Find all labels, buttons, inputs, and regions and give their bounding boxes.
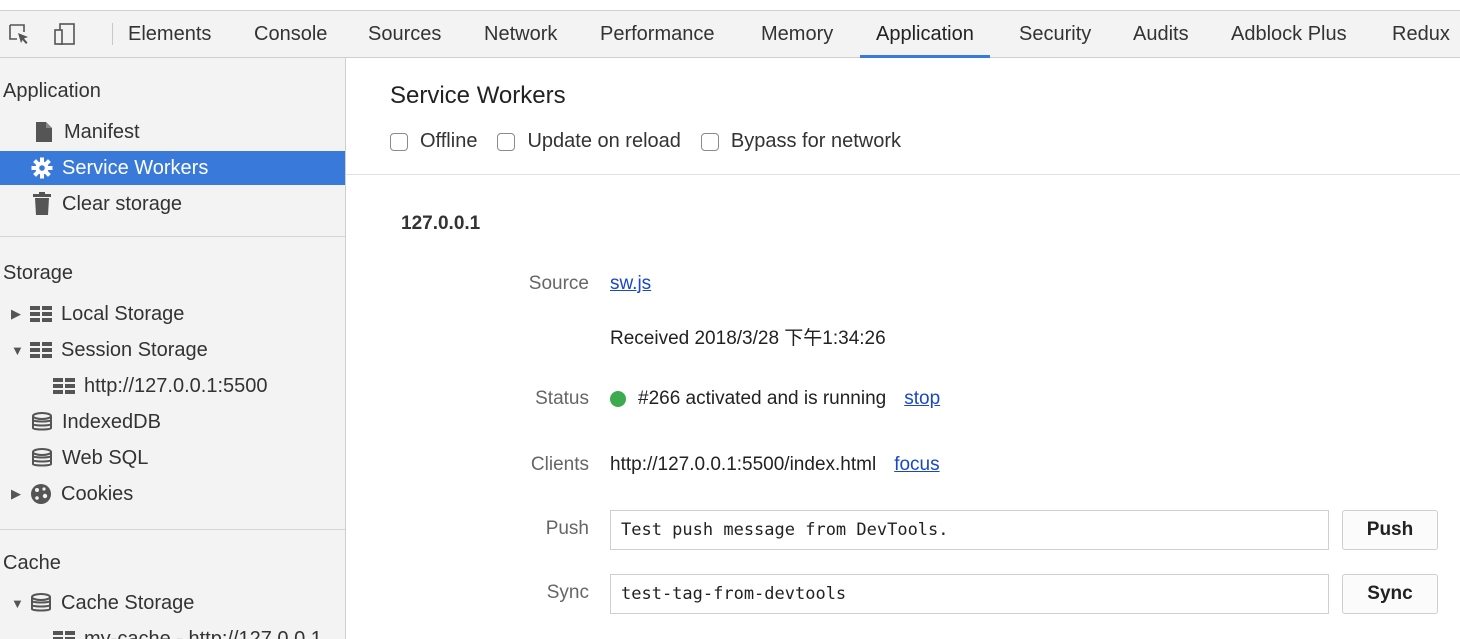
update-on-reload-checkbox[interactable] — [497, 132, 516, 151]
clients-label: Clients — [530, 454, 589, 475]
sidebar-item-service-workers[interactable]: Service Workers — [0, 151, 345, 185]
expand-arrow-icon[interactable]: ▶ — [11, 306, 25, 322]
offline-label[interactable]: Offline — [420, 130, 477, 153]
tab-sources[interactable]: Sources — [368, 11, 441, 57]
service-workers-panel: Service Workers Offline Update on reload… — [346, 58, 1460, 639]
sidebar-item-indexeddb[interactable]: IndexedDB — [0, 405, 345, 439]
inspect-element-icon[interactable] — [4, 11, 34, 57]
tab-network[interactable]: Network — [484, 11, 557, 57]
worker-origin: 127.0.0.1 — [401, 213, 481, 234]
sidebar-item-clear-storage[interactable]: Clear storage — [0, 187, 345, 221]
source-value: sw.js — [610, 273, 651, 295]
status-label: Status — [535, 388, 589, 409]
client-url: http://127.0.0.1:5500/index.html — [610, 454, 877, 475]
sidebar-item-label: Cookies — [61, 482, 134, 505]
tab-adblock-plus[interactable]: Adblock Plus — [1231, 11, 1347, 57]
sidebar-item-label: Service Workers — [62, 156, 209, 179]
collapse-arrow-icon[interactable]: ▼ — [11, 343, 25, 358]
tab-memory[interactable]: Memory — [761, 11, 833, 57]
push-label: Push — [545, 518, 589, 539]
grid-icon — [29, 302, 53, 326]
update-on-reload-label[interactable]: Update on reload — [527, 130, 680, 153]
sidebar-section-application: Application — [3, 80, 101, 102]
grid-icon — [52, 374, 76, 398]
bypass-for-network-checkbox[interactable] — [700, 132, 719, 151]
sidebar-item-cache-storage[interactable]: ▼ Cache Storage — [0, 586, 345, 620]
database-icon — [30, 410, 54, 434]
page-title: Service Workers — [390, 82, 566, 109]
sidebar-item-local-storage[interactable]: ▶ Local Storage — [0, 297, 345, 331]
database-icon — [29, 591, 53, 615]
sidebar-divider — [0, 529, 345, 530]
push-message-input[interactable] — [610, 510, 1329, 550]
clients-value: http://127.0.0.1:5500/index.html focus — [610, 454, 940, 476]
tab-redux[interactable]: Redux — [1392, 11, 1450, 57]
sync-button[interactable]: Sync — [1342, 574, 1438, 614]
sync-tag-input[interactable] — [610, 574, 1329, 614]
sidebar-item-cache-entry[interactable]: my-cache - http://127.0.0.1 — [0, 622, 345, 639]
bypass-for-network-label[interactable]: Bypass for network — [731, 130, 901, 153]
sidebar-item-label: Clear storage — [62, 192, 183, 215]
sync-label: Sync — [546, 582, 589, 603]
tab-console[interactable]: Console — [254, 11, 327, 57]
tab-application[interactable]: Application — [860, 11, 990, 58]
sidebar-item-label: my-cache - http://127.0.0.1 — [84, 627, 322, 639]
sidebar-item-session-origin[interactable]: http://127.0.0.1:5500 — [0, 369, 345, 403]
sidebar-divider — [0, 236, 345, 237]
sidebar-item-cookies[interactable]: ▶ Cookies — [0, 477, 345, 511]
gear-icon — [30, 156, 54, 180]
sidebar-item-label: Session Storage — [61, 338, 208, 361]
focus-link[interactable]: focus — [894, 454, 939, 476]
sidebar-item-label: http://127.0.0.1:5500 — [84, 374, 268, 397]
grid-icon — [52, 627, 76, 639]
trash-icon — [30, 192, 54, 216]
toolbar-divider — [112, 23, 113, 45]
grid-icon — [29, 338, 53, 362]
application-sidebar: Application Manifest Service Workers Cle… — [0, 58, 346, 639]
status-running-icon — [610, 391, 626, 407]
status-value: #266 activated and is running stop — [610, 388, 940, 410]
source-label: Source — [528, 273, 589, 294]
received-text: Received 2018/3/28 下午1:34:26 — [610, 328, 886, 349]
status-text: #266 activated and is running — [638, 388, 887, 409]
source-link[interactable]: sw.js — [610, 273, 651, 295]
push-button[interactable]: Push — [1342, 510, 1438, 550]
sidebar-section-cache: Cache — [3, 552, 61, 574]
cookie-icon — [29, 482, 53, 506]
stop-link[interactable]: stop — [904, 388, 940, 410]
received-value: Received 2018/3/28 下午1:34:26 — [610, 323, 886, 350]
tab-audits[interactable]: Audits — [1133, 11, 1189, 57]
expand-arrow-icon[interactable]: ▶ — [11, 486, 25, 502]
collapse-arrow-icon[interactable]: ▼ — [11, 596, 25, 611]
sidebar-item-label: Cache Storage — [61, 591, 195, 614]
tab-performance[interactable]: Performance — [600, 11, 715, 57]
sidebar-item-label: Web SQL — [62, 446, 149, 469]
sidebar-item-label: IndexedDB — [62, 410, 161, 433]
sidebar-item-label: Manifest — [64, 120, 140, 143]
section-divider — [346, 174, 1460, 175]
sidebar-item-session-storage[interactable]: ▼ Session Storage — [0, 333, 345, 367]
sidebar-item-label: Local Storage — [61, 302, 185, 325]
sidebar-section-storage: Storage — [3, 262, 74, 284]
options-row: Offline Update on reload Bypass for netw… — [390, 130, 921, 153]
devtools-tab-bar: Elements Console Sources Network Perform… — [0, 10, 1460, 58]
sidebar-item-manifest[interactable]: Manifest — [0, 115, 345, 149]
document-icon — [32, 120, 56, 144]
sidebar-item-web-sql[interactable]: Web SQL — [0, 441, 345, 475]
device-toolbar-icon[interactable] — [52, 11, 78, 57]
tab-elements[interactable]: Elements — [128, 11, 211, 57]
tab-security[interactable]: Security — [1019, 11, 1091, 57]
offline-checkbox[interactable] — [390, 132, 408, 151]
database-icon — [30, 446, 54, 470]
